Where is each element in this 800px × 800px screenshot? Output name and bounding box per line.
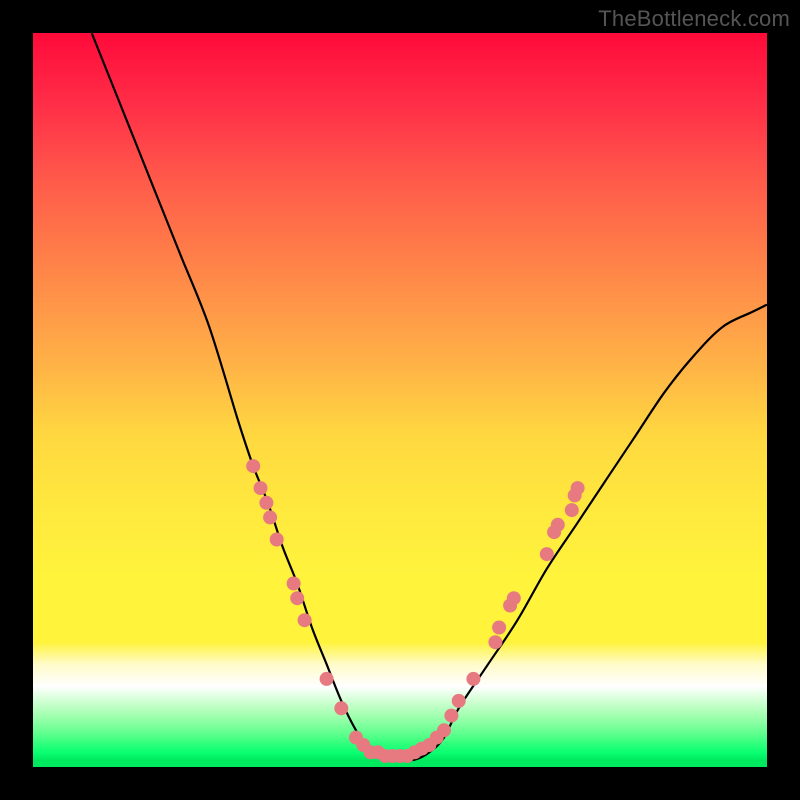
data-point — [254, 481, 268, 495]
data-point — [444, 709, 458, 723]
data-point — [488, 635, 502, 649]
data-point — [259, 496, 273, 510]
chart-frame: TheBottleneck.com — [0, 0, 800, 800]
data-point — [246, 459, 260, 473]
data-point — [571, 481, 585, 495]
data-point — [287, 577, 301, 591]
data-point — [565, 503, 579, 517]
data-point — [466, 672, 480, 686]
data-point — [540, 547, 554, 561]
data-point — [551, 518, 565, 532]
data-point — [492, 621, 506, 635]
data-point — [437, 723, 451, 737]
data-point — [270, 533, 284, 547]
data-point — [507, 591, 521, 605]
data-point — [290, 591, 304, 605]
data-point — [298, 613, 312, 627]
plot-area — [33, 33, 767, 767]
watermark-text: TheBottleneck.com — [598, 6, 790, 32]
data-point — [263, 510, 277, 524]
bottleneck-curve — [92, 33, 767, 760]
data-dots — [246, 459, 584, 763]
data-point — [452, 694, 466, 708]
chart-svg — [33, 33, 767, 767]
data-point — [334, 701, 348, 715]
data-point — [320, 672, 334, 686]
